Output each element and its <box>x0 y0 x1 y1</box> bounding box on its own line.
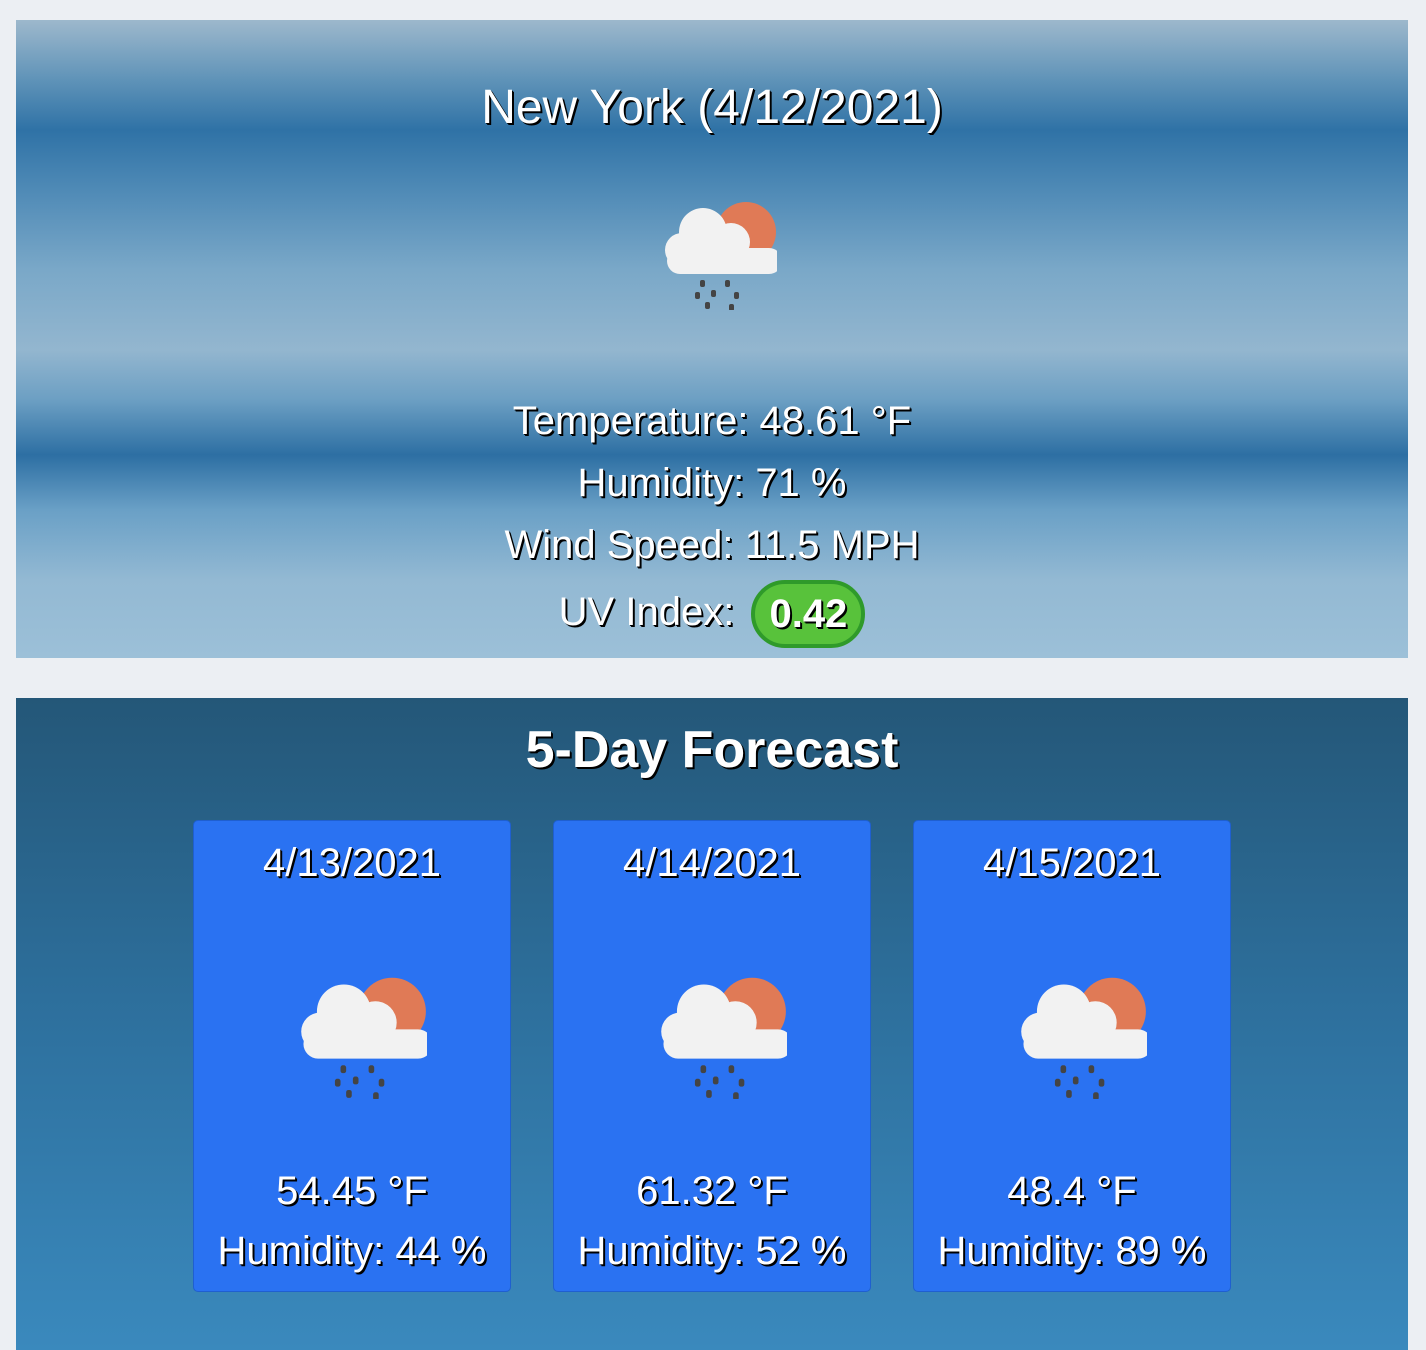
forecast-date: 4/15/2021 <box>983 841 1161 885</box>
forecast-temp: 48.4 °F <box>1007 1169 1137 1213</box>
forecast-date: 4/14/2021 <box>623 841 801 885</box>
forecast-card: 4/15/2021 48.4 °F Humidity: 89 % <box>913 820 1231 1292</box>
temperature-text: Temperature: 48.61 °F <box>512 399 912 443</box>
forecast-card: 4/14/2021 61.32 °F Humidity: 52 % <box>553 820 871 1292</box>
uv-index-row: UV Index: 0.42 <box>16 576 1408 649</box>
uv-index-badge: 0.42 <box>751 580 866 649</box>
humidity-text: Humidity: 71 % <box>577 461 847 505</box>
wind-speed-text: Wind Speed: 11.5 MPH <box>504 523 920 567</box>
forecast-temp: 61.32 °F <box>636 1169 788 1213</box>
uv-index-label: UV Index: <box>558 590 735 634</box>
forecast-card: 4/13/2021 54.45 °F Humidity: 44 % <box>193 820 511 1292</box>
cloud-sun-rain-icon <box>665 202 777 310</box>
cloud-sun-rain-icon <box>301 977 427 1099</box>
current-weather-panel: New York (4/12/2021) Temperature: 48.61 … <box>16 20 1408 658</box>
forecast-panel: 5-Day Forecast 4/13/2021 54.45 °F Humidi… <box>16 698 1408 1350</box>
cloud-sun-rain-icon <box>1021 977 1147 1099</box>
city-date-title: New York (4/12/2021) <box>481 81 943 134</box>
cloud-sun-rain-icon <box>661 977 787 1099</box>
forecast-title: 5-Day Forecast <box>525 721 899 779</box>
forecast-temp: 54.45 °F <box>276 1169 428 1213</box>
forecast-humidity: Humidity: 52 % <box>577 1229 847 1273</box>
forecast-date: 4/13/2021 <box>263 841 441 885</box>
forecast-humidity: Humidity: 44 % <box>217 1229 487 1273</box>
current-stats: Temperature: 48.61 °F Humidity: 71 % Win… <box>16 390 1408 649</box>
forecast-humidity: Humidity: 89 % <box>937 1229 1207 1273</box>
